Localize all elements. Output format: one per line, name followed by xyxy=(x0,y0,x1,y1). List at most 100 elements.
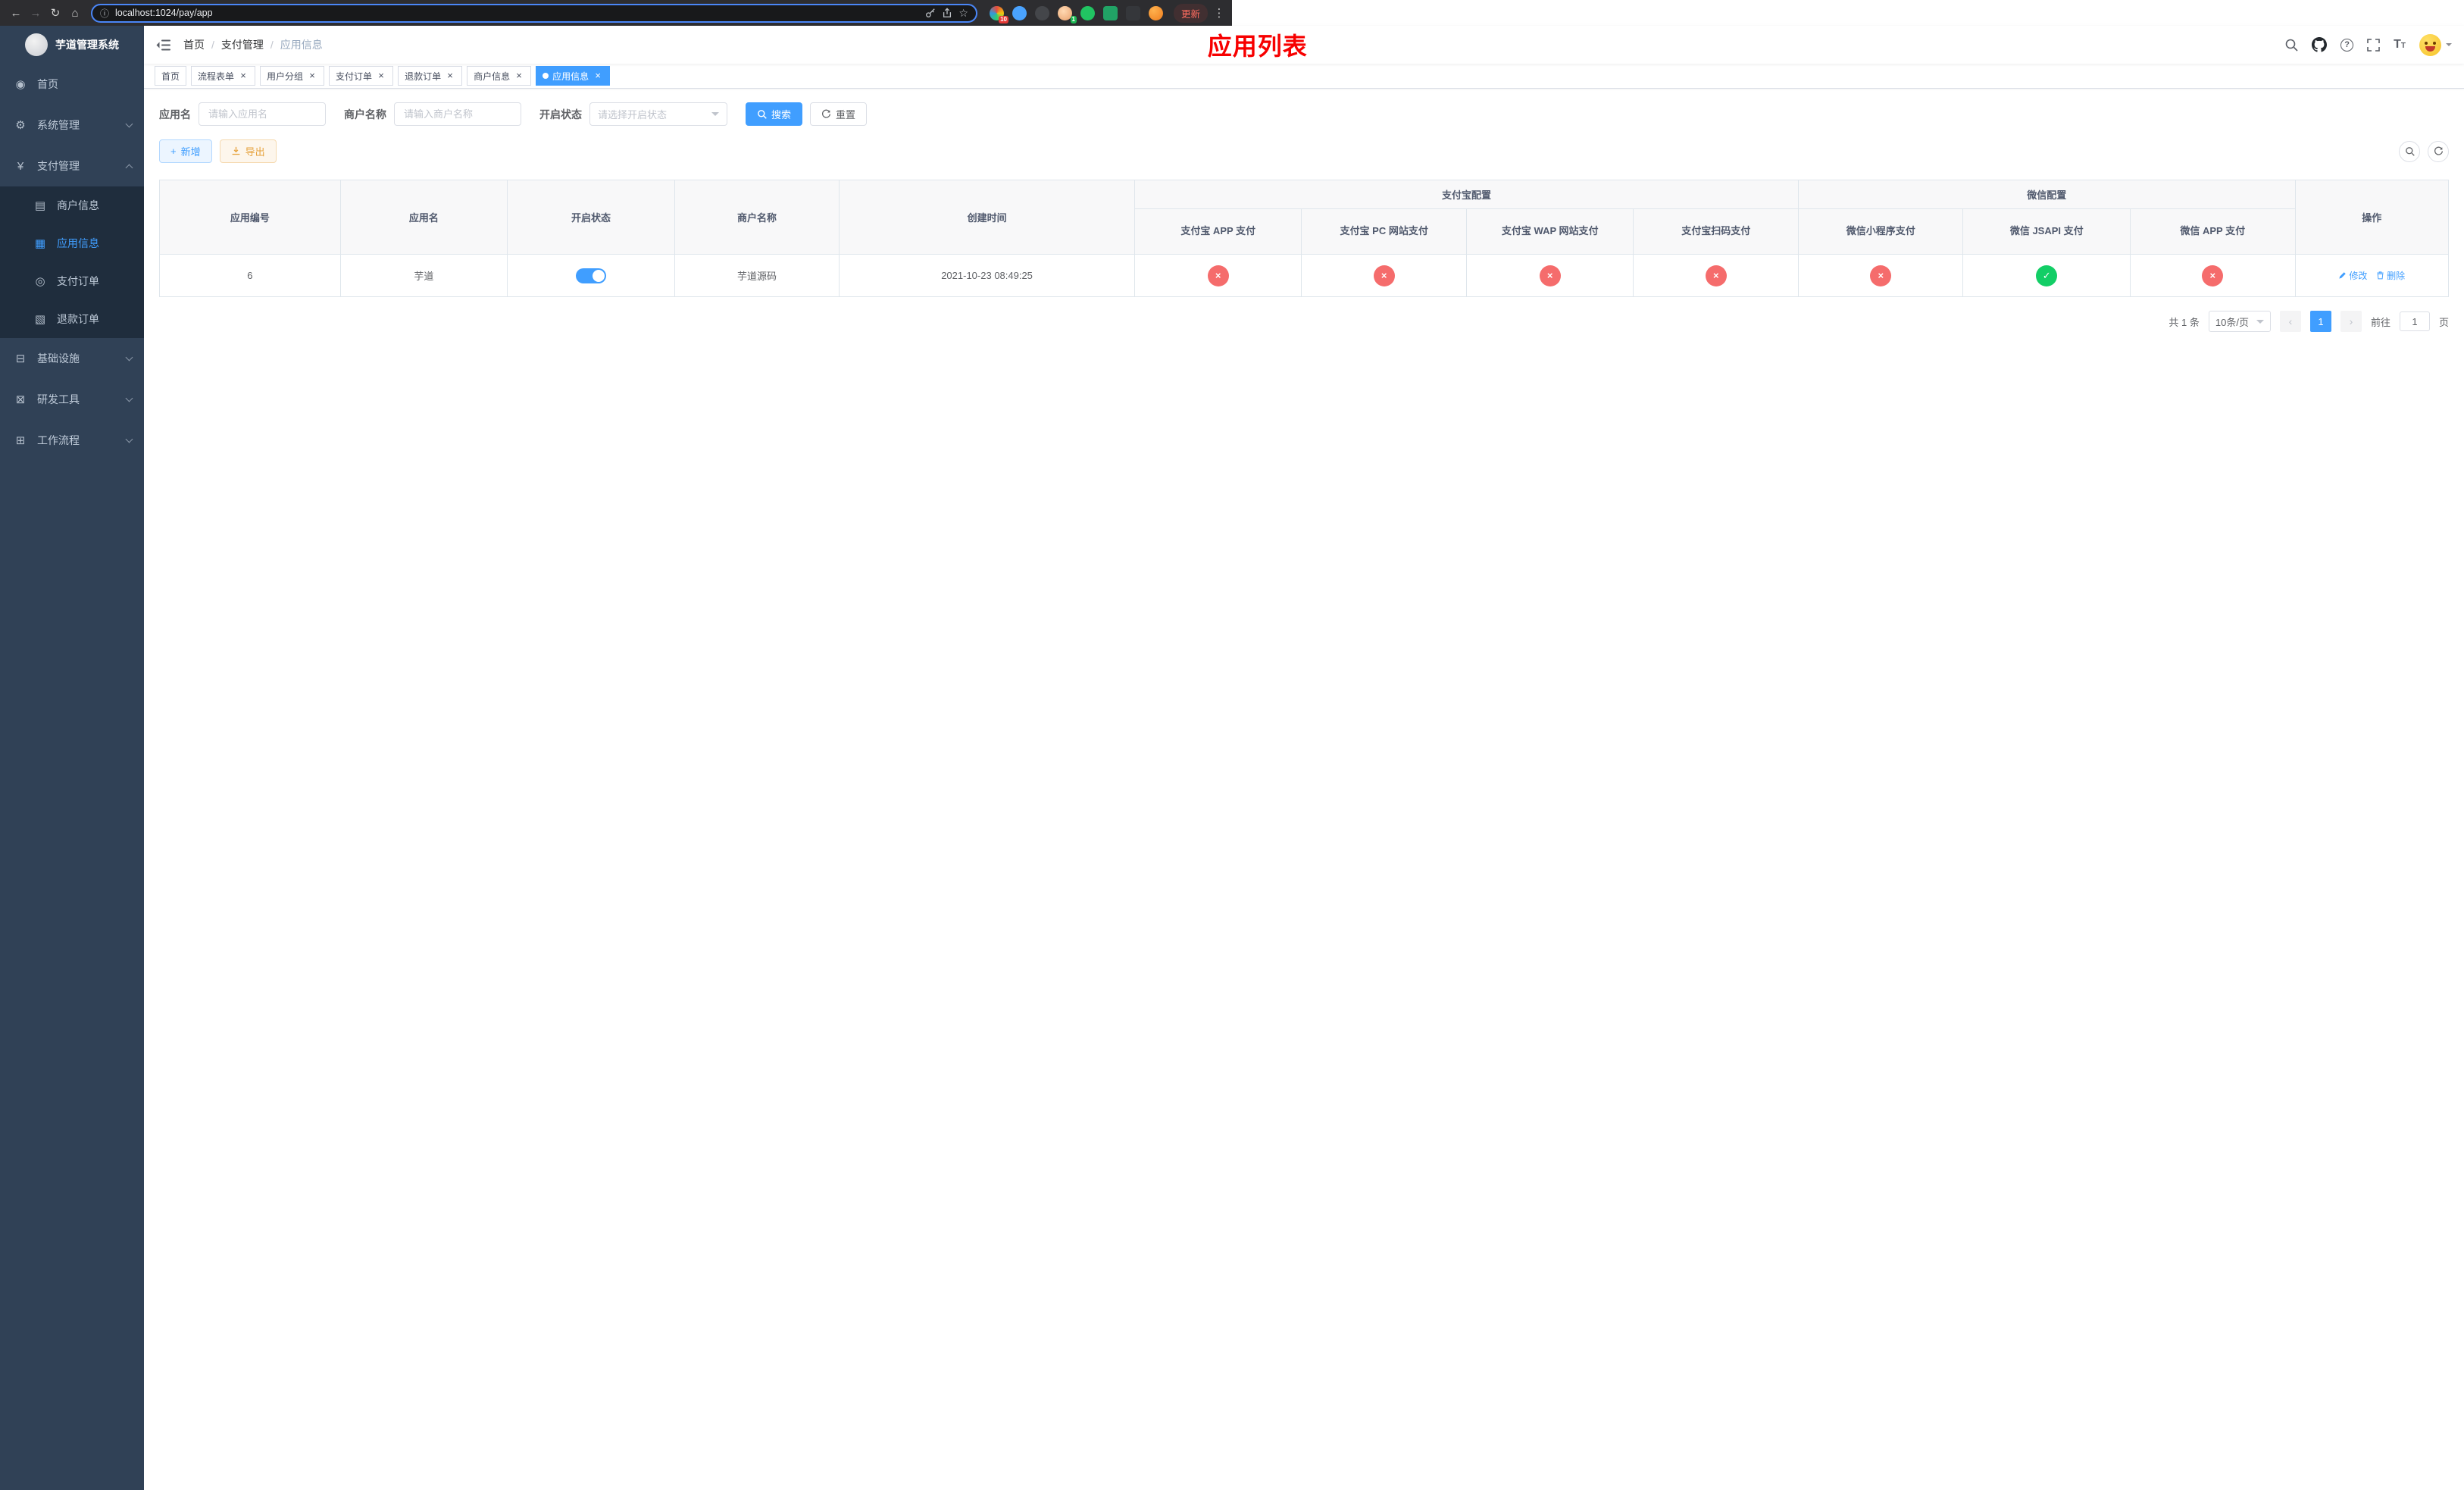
current-page-button[interactable]: 1 xyxy=(2309,311,2331,332)
col-wechat-mini: 微信小程序支付 xyxy=(1797,208,1964,255)
col-wechat-app: 微信 APP 支付 xyxy=(2130,208,2296,255)
goto-suffix: 页 xyxy=(2438,316,2449,328)
refresh-table-button[interactable] xyxy=(2428,140,2449,162)
prev-page-button[interactable]: ‹ xyxy=(2279,311,2301,332)
status-toggle[interactable] xyxy=(575,268,606,283)
col-actions: 操作 xyxy=(2294,180,2450,255)
browser-menu-kebab-icon[interactable]: ⋮ xyxy=(1212,6,1226,20)
tab-app-info[interactable]: 应用信息 × xyxy=(536,66,611,86)
extension-green-doc-icon[interactable] xyxy=(1102,5,1118,20)
extension-colorful-icon[interactable]: 10 xyxy=(989,5,1008,23)
page-size-select[interactable]: 10条/页 xyxy=(2208,311,2271,332)
github-icon[interactable] xyxy=(2312,37,2328,52)
search-form: 应用名 商户名称 开启状态 请选择开启状态 搜索 xyxy=(159,102,2449,126)
browser-forward-button[interactable]: → xyxy=(26,3,45,23)
sidebar-item-home[interactable]: ◉ 首页 xyxy=(0,64,144,105)
toggle-search-button[interactable] xyxy=(2399,140,2420,162)
edit-link[interactable]: 修改 xyxy=(2338,269,2367,282)
browser-refresh-button[interactable]: ↻ xyxy=(45,3,65,23)
config-status-icon: × xyxy=(1539,265,1561,286)
extensions-row: 10 1 xyxy=(989,5,1163,23)
next-page-button[interactable]: › xyxy=(2340,311,2362,332)
workflow-icon: ⊞ xyxy=(15,434,26,447)
help-icon[interactable]: ? xyxy=(2340,38,2354,52)
url-text[interactable]: localhost:1024/pay/app xyxy=(115,8,919,18)
app-name-label: 应用名 xyxy=(159,108,191,121)
site-info-icon[interactable]: ⓘ xyxy=(100,7,109,20)
merchant-card-icon: ▤ xyxy=(34,199,46,212)
tab-home[interactable]: 首页 xyxy=(155,66,187,86)
sidebar-item-payment[interactable]: ¥ 支付管理 xyxy=(0,146,144,186)
extension-dark-bird-icon[interactable] xyxy=(1125,5,1140,20)
user-avatar[interactable] xyxy=(2419,33,2452,56)
tab-refund-order[interactable]: 退款订单 × xyxy=(398,66,463,86)
search-button[interactable]: 搜索 xyxy=(746,102,803,126)
chevron-down-icon xyxy=(711,112,719,120)
extension-profile-icon[interactable]: 1 xyxy=(1057,5,1077,23)
chevron-up-icon xyxy=(125,164,133,171)
tab-close-icon[interactable]: × xyxy=(593,70,603,81)
browser-update-button[interactable]: 更新 xyxy=(1173,3,1208,23)
sidebar-item-workflow[interactable]: ⊞ 工作流程 xyxy=(0,420,144,461)
app-table: 应用编号 应用名 开启状态 商户名称 创建时间 支付宝配置 微信配置 操作 支付… xyxy=(159,180,2450,297)
password-key-icon[interactable] xyxy=(925,8,936,18)
tab-pay-order[interactable]: 支付订单 × xyxy=(329,66,394,86)
cell-app-id: 6 xyxy=(159,254,341,297)
goto-page-input[interactable] xyxy=(2399,311,2430,331)
extension-badge: 1 xyxy=(1070,15,1077,23)
table-row: 6 芋道 芋道源码 2021-10-23 08:49:25 × × × × × … xyxy=(159,254,2450,297)
merchant-name-input[interactable] xyxy=(394,102,521,126)
avatar-emoji-icon xyxy=(2419,33,2441,56)
tab-close-icon[interactable]: × xyxy=(307,70,317,81)
tab-user-group[interactable]: 用户分组 × xyxy=(260,66,325,86)
tab-process-form[interactable]: 流程表单 × xyxy=(191,66,256,86)
tab-close-icon[interactable]: × xyxy=(445,70,455,81)
col-alipay-wap: 支付宝 WAP 网站支付 xyxy=(1465,208,1634,255)
app-logo[interactable]: 芋道管理系统 xyxy=(0,26,144,64)
tab-close-icon[interactable]: × xyxy=(376,70,386,81)
font-size-icon[interactable]: TT xyxy=(2394,38,2406,52)
col-wechat-jsapi: 微信 JSAPI 支付 xyxy=(1962,208,2131,255)
sidebar-item-pay-order[interactable]: ◎ 支付订单 xyxy=(0,262,144,300)
sidebar-item-merchant-info[interactable]: ▤ 商户信息 xyxy=(0,186,144,224)
extension-blue-icon[interactable] xyxy=(1012,5,1027,20)
dev-tools-icon: ⊠ xyxy=(15,393,26,406)
browser-back-button[interactable]: ← xyxy=(6,3,26,23)
bookmark-star-icon[interactable]: ☆ xyxy=(958,7,968,20)
sidebar-item-dev-tools[interactable]: ⊠ 研发工具 xyxy=(0,379,144,420)
share-icon[interactable] xyxy=(942,8,952,18)
sidebar-collapse-icon[interactable] xyxy=(156,39,171,52)
col-group-alipay: 支付宝配置 xyxy=(1134,180,1799,209)
plus-icon: + xyxy=(170,146,177,157)
status-select[interactable]: 请选择开启状态 xyxy=(589,102,727,126)
browser-profile-avatar[interactable] xyxy=(1148,5,1163,20)
breadcrumb-payment[interactable]: 支付管理 xyxy=(221,37,264,52)
infrastructure-icon: ⊟ xyxy=(15,352,26,365)
col-create-time: 创建时间 xyxy=(839,180,1135,255)
sidebar-item-refund-order[interactable]: ▧ 退款订单 xyxy=(0,300,144,338)
sidebar-item-infrastructure[interactable]: ⊟ 基础设施 xyxy=(0,338,144,379)
yen-icon: ¥ xyxy=(17,159,24,173)
col-status: 开启状态 xyxy=(507,180,675,255)
sidebar-item-system[interactable]: ⚙ 系统管理 xyxy=(0,105,144,146)
extension-green-circle-icon[interactable] xyxy=(1080,5,1095,20)
sidebar-item-app-info[interactable]: ▦ 应用信息 xyxy=(0,224,144,262)
tab-close-icon[interactable]: × xyxy=(514,70,524,81)
search-icon[interactable] xyxy=(2284,38,2298,52)
fullscreen-icon[interactable] xyxy=(2367,38,2380,52)
extension-badge: 10 xyxy=(999,15,1008,23)
tab-close-icon[interactable]: × xyxy=(238,70,249,81)
delete-link[interactable]: 删除 xyxy=(2376,269,2405,282)
col-app-name: 应用名 xyxy=(339,180,508,255)
col-group-wechat: 微信配置 xyxy=(1797,180,2296,209)
browser-home-button[interactable]: ⌂ xyxy=(65,3,85,23)
pay-order-icon: ◎ xyxy=(35,275,45,288)
export-button[interactable]: 导出 xyxy=(219,139,277,163)
add-button[interactable]: + 新增 xyxy=(159,139,212,163)
breadcrumb-home[interactable]: 首页 xyxy=(183,37,205,52)
browser-address-bar[interactable]: ⓘ localhost:1024/pay/app ☆ xyxy=(91,3,977,23)
extension-dark-icon[interactable] xyxy=(1034,5,1049,20)
reset-button[interactable]: 重置 xyxy=(810,102,868,126)
tab-merchant-info[interactable]: 商户信息 × xyxy=(467,66,532,86)
app-name-input[interactable] xyxy=(199,102,326,126)
